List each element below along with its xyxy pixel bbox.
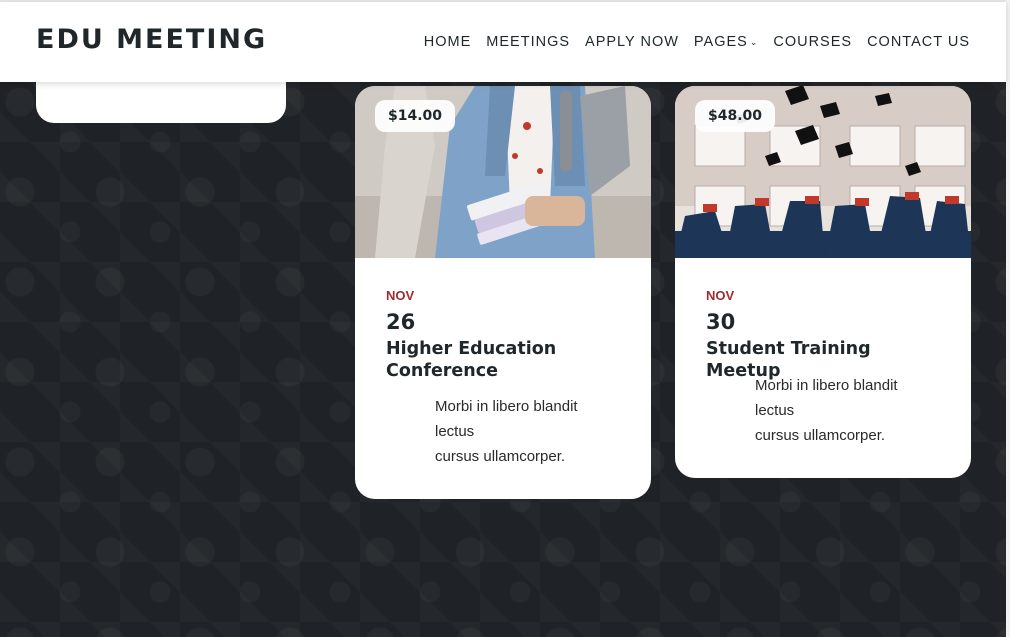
nav-label: CONTACT US	[867, 34, 970, 50]
nav-courses[interactable]: COURSES	[773, 34, 852, 50]
meeting-image[interactable]: $14.00	[355, 86, 651, 258]
nav-apply-now[interactable]: APPLY NOW	[585, 34, 679, 50]
description-line: cursus ullamcorper.	[435, 448, 566, 465]
meeting-title[interactable]: Higher Education Conference	[386, 338, 626, 382]
description-line: Morbi in libero blandit	[435, 398, 578, 415]
meeting-description: Morbi in libero blandit lectus cursus ul…	[435, 394, 635, 469]
nav-label: HOME	[423, 34, 472, 50]
description-line: Morbi in libero blandit	[755, 377, 898, 394]
meeting-card[interactable]: $14.00 NOV 26 Higher Education Conferenc…	[355, 86, 651, 499]
site-logo[interactable]: EDU MEETING	[36, 24, 267, 55]
meeting-image[interactable]: $48.00	[675, 86, 971, 258]
price-badge: $48.00	[695, 100, 776, 132]
description-line: cursus ullamcorper.	[755, 427, 886, 444]
date-month: NOV	[386, 288, 415, 303]
nav-label: PAGES	[693, 34, 748, 50]
date-day: 30	[706, 310, 736, 334]
nav-home[interactable]: HOME	[424, 34, 472, 50]
description-line: lectus	[755, 402, 795, 419]
nav-label: MEETINGS	[486, 34, 571, 50]
description-line: lectus	[435, 423, 475, 440]
chevron-down-icon: ⌄	[749, 36, 759, 47]
date-day: 26	[386, 310, 416, 334]
nav-meetings[interactable]: MEETINGS	[486, 34, 570, 50]
nav-pages[interactable]: PAGES ⌄	[694, 34, 758, 50]
nav-contact-us[interactable]: CONTACT US	[867, 34, 970, 50]
nav-label: APPLY NOW	[585, 34, 679, 50]
site-header: EDU MEETING HOME MEETINGS APPLY NOW PAGE…	[0, 2, 1006, 82]
scrollbar-track[interactable]	[1006, 0, 1010, 637]
date-month: NOV	[706, 288, 735, 303]
main-nav: HOME MEETINGS APPLY NOW PAGES ⌄ COURSES C…	[409, 34, 970, 50]
meeting-description: Morbi in libero blandit lectus cursus ul…	[755, 373, 955, 448]
price-badge: $14.00	[375, 100, 456, 132]
meeting-card[interactable]: $48.00 NOV 30 Student Training Meetup Mo…	[675, 86, 971, 478]
nav-label: COURSES	[773, 34, 853, 50]
